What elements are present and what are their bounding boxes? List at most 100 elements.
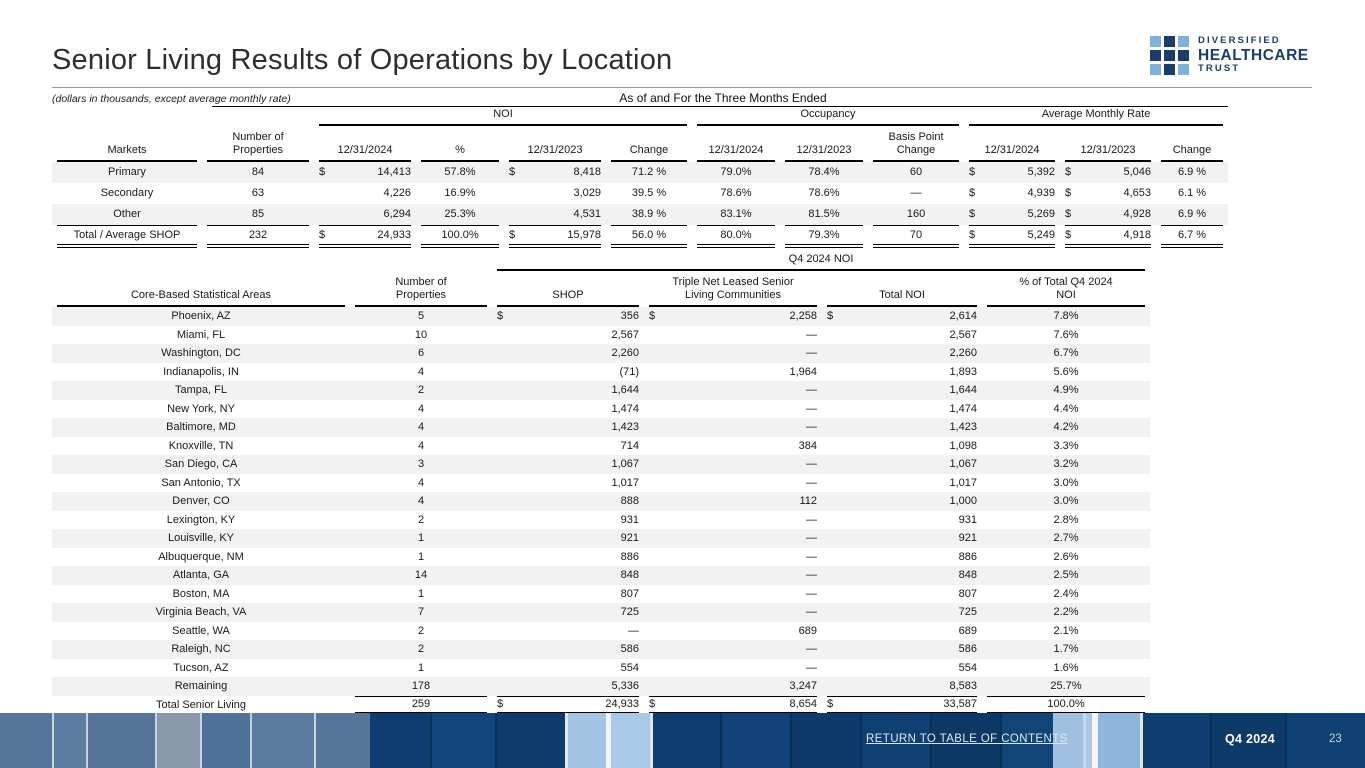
noi-2023-cell: $8,418: [504, 162, 606, 183]
cbsa-area-cell: Tucson, AZ: [52, 659, 350, 678]
market-cell: Secondary: [52, 183, 202, 204]
properties-cell: 84: [202, 162, 314, 183]
total-noi-cell: 1,098: [822, 437, 982, 456]
table-row: Miami, FL 10 2,567 — 2,567 7.6%: [52, 326, 1150, 345]
triple-net-noi-cell: —: [644, 548, 822, 567]
shop-noi-cell: 586: [492, 640, 644, 659]
cbsa-area-cell: Baltimore, MD: [52, 418, 350, 437]
table-row: Tampa, FL 2 1,644 — 1,644 4.9%: [52, 381, 1150, 400]
total-noi-cell: 931: [822, 511, 982, 530]
slide: Senior Living Results of Operations by L…: [0, 0, 1365, 768]
triple-net-noi-cell: 3,247: [644, 677, 822, 696]
triple-net-noi-cell: 112: [644, 492, 822, 511]
cbsa-area-cell: Lexington, KY: [52, 511, 350, 530]
total-noi-cell: 2,567: [822, 326, 982, 345]
total-noi-cell: 586: [822, 640, 982, 659]
group-average-monthly-rate: Average Monthly Rate: [964, 108, 1228, 126]
cbsa-area-cell: Miami, FL: [52, 326, 350, 345]
footer-strip: RETURN TO TABLE OF CONTENTS Q4 2024 23: [0, 713, 1365, 768]
period-underline: [212, 106, 1228, 107]
shop-noi-cell: 888: [492, 492, 644, 511]
col-shop: SHOP: [492, 271, 644, 307]
properties-cell: 4: [350, 363, 492, 382]
triple-net-noi-cell: —: [644, 418, 822, 437]
pct-of-total-cell: 6.7%: [982, 344, 1150, 363]
table-row: Albuquerque, NM 1 886 — 886 2.6%: [52, 548, 1150, 567]
noi-change-cell: 71.2 %: [606, 162, 692, 183]
table-row: Phoenix, AZ 5 $356 $2,258 $2,614 7.8%: [52, 307, 1150, 326]
properties-cell: 232: [202, 225, 314, 248]
table-row: New York, NY 4 1,474 — 1,474 4.4%: [52, 400, 1150, 419]
markets-table-body: Primary 84 $14,413 57.8% $8,418 71.2 % 7…: [52, 162, 1228, 248]
cbsa-area-cell: New York, NY: [52, 400, 350, 419]
noi-change-cell: 39.5 %: [606, 183, 692, 204]
table-row: Primary 84 $14,413 57.8% $8,418 71.2 % 7…: [52, 162, 1228, 183]
triple-net-noi-cell: —: [644, 474, 822, 493]
shop-noi-cell: 848: [492, 566, 644, 585]
col-triple-net-leased: Triple Net Leased Senior Living Communit…: [644, 271, 822, 307]
col-total-noi: Total NOI: [822, 271, 982, 307]
properties-cell: 1: [350, 529, 492, 548]
logo-word-diversified: DIVERSIFIED: [1198, 36, 1309, 47]
group-noi: NOI: [314, 108, 692, 126]
pct-of-total-cell: 2.4%: [982, 585, 1150, 604]
group-header-row: Q4 2024 NOI: [52, 253, 1150, 271]
noi-change-cell: 38.9 %: [606, 204, 692, 225]
total-noi-cell: 554: [822, 659, 982, 678]
properties-cell: 4: [350, 418, 492, 437]
company-logo: DIVERSIFIED HEALTHCARE TRUST: [1150, 36, 1309, 75]
bps-cell: 60: [868, 162, 964, 183]
total-noi-cell: 689: [822, 622, 982, 641]
pct-of-total-cell: 4.4%: [982, 400, 1150, 419]
cbsa-area-cell: San Antonio, TX: [52, 474, 350, 493]
shop-noi-cell: (71): [492, 363, 644, 382]
properties-cell: 10: [350, 326, 492, 345]
shop-noi-cell: 554: [492, 659, 644, 678]
pct-of-total-cell: 4.9%: [982, 381, 1150, 400]
noi-pct-cell: 16.9%: [416, 183, 504, 204]
total-noi-cell: 1,893: [822, 363, 982, 382]
shop-noi-cell: 1,017: [492, 474, 644, 493]
shop-noi-cell: 1,474: [492, 400, 644, 419]
total-noi-cell: 1,644: [822, 381, 982, 400]
cbsa-area-cell: Phoenix, AZ: [52, 307, 350, 326]
return-to-toc-link[interactable]: RETURN TO TABLE OF CONTENTS: [866, 733, 1068, 745]
bps-cell: —: [868, 183, 964, 204]
total-noi-cell: 725: [822, 603, 982, 622]
footer-page-number: 23: [1329, 733, 1342, 745]
shop-noi-cell: 886: [492, 548, 644, 567]
triple-net-noi-cell: —: [644, 511, 822, 530]
shop-noi-cell: 1,644: [492, 381, 644, 400]
triple-net-noi-cell: —: [644, 455, 822, 474]
noi-pct-cell: 25.3%: [416, 204, 504, 225]
shop-noi-cell: 714: [492, 437, 644, 456]
occ-2024-cell: 78.6%: [692, 183, 780, 204]
amr-change-cell: 6.9 %: [1156, 204, 1228, 225]
amr-change-cell: 6.1 %: [1156, 183, 1228, 204]
noi-2024-cell: $24,933: [314, 225, 416, 248]
amr-2024-cell: $5,249: [964, 225, 1060, 248]
cbsa-area-cell: San Diego, CA: [52, 455, 350, 474]
triple-net-noi-cell: —: [644, 566, 822, 585]
occ-2023-cell: 81.5%: [780, 204, 868, 225]
table-row: Baltimore, MD 4 1,423 — 1,423 4.2%: [52, 418, 1150, 437]
shop-noi-cell: 921: [492, 529, 644, 548]
logo-grid-icon: [1150, 36, 1189, 75]
column-header-row: Markets Number of Properties 12/31/2024 …: [52, 126, 1228, 162]
pct-of-total-cell: 2.5%: [982, 566, 1150, 585]
col-noi-2023: 12/31/2023: [504, 126, 606, 162]
cbsa-table: Q4 2024 NOI Core-Based Statistical Areas…: [52, 253, 1150, 716]
logo-word-trust: TRUST: [1198, 64, 1309, 75]
amr-2023-cell: $5,046: [1060, 162, 1156, 183]
cbsa-area-cell: Remaining: [52, 677, 350, 696]
noi-change-cell: 56.0 %: [606, 225, 692, 248]
shop-noi-cell: 931: [492, 511, 644, 530]
table-row: Lexington, KY 2 931 — 931 2.8%: [52, 511, 1150, 530]
table-row: Virginia Beach, VA 7 725 — 725 2.2%: [52, 603, 1150, 622]
table-row: Louisville, KY 1 921 — 921 2.7%: [52, 529, 1150, 548]
shop-noi-cell: $356: [492, 307, 644, 326]
noi-pct-cell: 100.0%: [416, 225, 504, 248]
triple-net-noi-cell: 384: [644, 437, 822, 456]
col-cbsa: Core-Based Statistical Areas: [52, 271, 350, 307]
total-noi-cell: 807: [822, 585, 982, 604]
